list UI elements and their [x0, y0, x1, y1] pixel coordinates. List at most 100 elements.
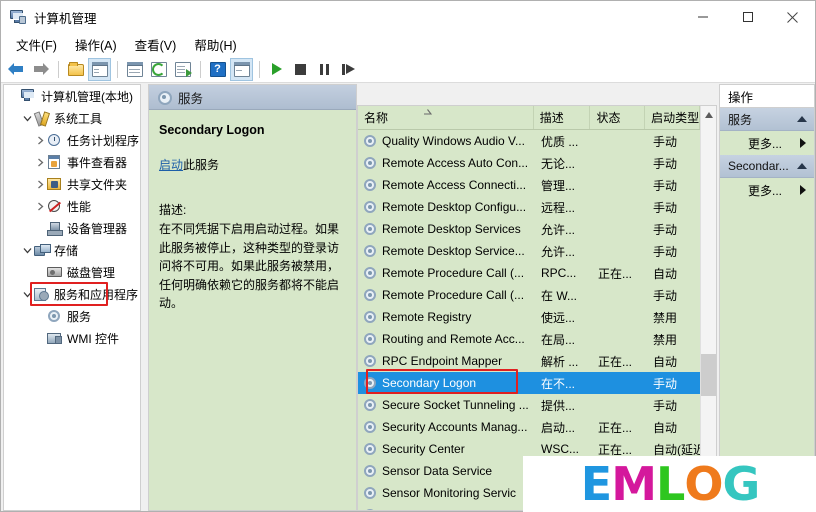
menu-bar: 文件(F) 操作(A) 查看(V) 帮助(H)	[1, 33, 815, 56]
cell-service-name: Remote Desktop Configu...	[358, 200, 535, 214]
up-folder-icon[interactable]	[64, 58, 87, 81]
column-header-0[interactable]: 名称	[358, 106, 534, 129]
table-row[interactable]: Secondary Logon 在不... 手动	[358, 372, 702, 394]
tree-item-label: 磁盘管理	[67, 265, 116, 280]
chevron-right-icon[interactable]	[34, 178, 47, 191]
start-service-icon[interactable]	[265, 58, 288, 81]
services-gear-icon	[363, 244, 378, 258]
cell-service-name: Sensor Monitoring Servic	[358, 486, 535, 500]
actions-header: 操作	[720, 85, 814, 108]
table-row[interactable]: Routing and Remote Acc... 在局... 禁用	[358, 328, 716, 350]
service-name-text: Remote Registry	[382, 310, 472, 324]
services-gear-icon	[363, 508, 378, 510]
table-row[interactable]: Remote Desktop Service... 允许... 手动	[358, 240, 716, 262]
toolbar-separator	[200, 60, 201, 78]
start-service-link[interactable]: 启动	[159, 158, 183, 172]
minimize-button[interactable]	[680, 1, 725, 33]
chevron-down-icon[interactable]	[21, 244, 34, 257]
stop-service-icon[interactable]	[289, 58, 312, 81]
tree-item-10[interactable]: 服务	[4, 305, 140, 327]
chevron-right-icon[interactable]	[34, 200, 47, 213]
cell-service-name: Remote Registry	[358, 310, 535, 324]
column-header-label: 状态	[596, 111, 621, 125]
cell-service-name: Sensor Service	[358, 508, 535, 510]
actions-group-header-services[interactable]: 服务	[720, 108, 814, 131]
table-row[interactable]: RPC Endpoint Mapper 解析 ... 正在... 自动	[358, 350, 716, 372]
service-name-text: Secondary Logon	[382, 376, 477, 390]
table-row[interactable]: Remote Registry 使远... 禁用	[358, 306, 716, 328]
help-icon[interactable]: ?	[206, 58, 229, 81]
pause-service-icon[interactable]	[313, 58, 336, 81]
tree-item-4[interactable]: 共享文件夹	[4, 173, 140, 195]
tree-item-3[interactable]: 事件查看器	[4, 151, 140, 173]
services-gear-icon	[363, 222, 378, 236]
tree-item-9[interactable]: 服务和应用程序	[4, 283, 140, 305]
column-header-1[interactable]: 描述	[534, 106, 591, 129]
table-row[interactable]: Quality Windows Audio V... 优质 ... 手动	[358, 130, 716, 152]
table-row[interactable]: Secure Socket Tunneling ... 提供... 手动	[358, 394, 716, 416]
cell-description: 在 W...	[541, 288, 578, 303]
cell-description: 管理...	[541, 178, 576, 193]
chevron-right-icon[interactable]	[34, 156, 47, 169]
emlog-watermark: EMLOG	[523, 456, 816, 512]
collapse-up-icon[interactable]	[797, 163, 807, 169]
tree-item-6[interactable]: 设备管理器	[4, 217, 140, 239]
tree-item-11[interactable]: WMI 控件	[4, 327, 140, 349]
export-list-icon[interactable]	[171, 58, 194, 81]
collapse-up-icon[interactable]	[797, 116, 807, 122]
column-header-2[interactable]: 状态	[590, 106, 646, 129]
event-viewer-icon	[47, 154, 63, 170]
forward-arrow-icon[interactable]	[29, 58, 52, 81]
cell-service-name: Secondary Logon	[358, 376, 535, 390]
menu-view[interactable]: 查看(V)	[126, 33, 186, 56]
scroll-up-button[interactable]	[701, 106, 716, 123]
tree-item-2[interactable]: 任务计划程序	[4, 129, 140, 151]
back-arrow-icon[interactable]	[5, 58, 28, 81]
table-row[interactable]: Remote Procedure Call (... 在 W... 手动	[358, 284, 716, 306]
chevron-down-icon[interactable]	[21, 288, 34, 301]
cell-startup-type: 自动	[653, 354, 678, 369]
scrollbar-thumb[interactable]	[701, 354, 716, 396]
chevron-right-icon[interactable]	[34, 134, 47, 147]
show-action-pane-icon[interactable]	[230, 57, 253, 81]
tree-item-8[interactable]: 磁盘管理	[4, 261, 140, 283]
menu-file[interactable]: 文件(F)	[7, 33, 66, 56]
list-header-row: 名称 描述 状态 启动类型	[358, 106, 716, 130]
services-gear-icon	[363, 266, 378, 280]
cell-startup-type: 手动	[653, 178, 678, 193]
service-name-text: Remote Desktop Configu...	[382, 200, 527, 214]
cell-service-name: Secure Socket Tunneling ...	[358, 398, 535, 412]
chevron-down-icon[interactable]	[21, 112, 34, 125]
refresh-icon[interactable]	[147, 58, 170, 81]
restart-service-icon[interactable]	[337, 58, 360, 81]
tree-item-1[interactable]: 系统工具	[4, 107, 140, 129]
tree-item-5[interactable]: 性能	[4, 195, 140, 217]
table-row[interactable]: Remote Procedure Call (... RPC... 正在... 自动	[358, 262, 716, 284]
actions-group-header-secondary-logon[interactable]: Secondar...	[720, 155, 814, 178]
list-vertical-scrollbar[interactable]	[700, 106, 716, 510]
properties-icon[interactable]	[123, 58, 146, 81]
show-hide-console-tree-icon[interactable]	[88, 57, 111, 81]
table-row[interactable]: Remote Access Connecti... 管理... 手动	[358, 174, 716, 196]
service-name-text: Remote Access Auto Con...	[382, 156, 529, 170]
close-button[interactable]	[770, 1, 815, 33]
maximize-button[interactable]	[725, 1, 770, 33]
start-service-suffix: 此服务	[183, 158, 220, 172]
console-tree[interactable]: 计算机管理(本地) 系统工具 任务计划程序 事件查看器 共享文件夹 性能 设备管理器 存储磁盘…	[3, 84, 141, 511]
list-body[interactable]: Quality Windows Audio V... 优质 ... 手动 Remote…	[358, 130, 716, 510]
table-row[interactable]: Remote Desktop Configu... 远程... 手动	[358, 196, 716, 218]
table-row[interactable]: Remote Access Auto Con... 无论... 手动	[358, 152, 716, 174]
table-row[interactable]: Remote Desktop Services 允许... 手动	[358, 218, 716, 240]
column-header-3[interactable]: 启动类型	[645, 106, 701, 129]
services-list[interactable]: 名称 描述 状态 启动类型 Quality Windows Audio V... 优质 …	[357, 105, 717, 511]
tree-item-0[interactable]: 计算机管理(本地)	[4, 85, 140, 107]
actions-more-services[interactable]: 更多...	[720, 131, 814, 155]
actions-more-label: 更多...	[748, 183, 783, 198]
menu-action[interactable]: 操作(A)	[66, 33, 126, 56]
menu-help[interactable]: 帮助(H)	[185, 33, 245, 56]
tree-item-7[interactable]: 存储	[4, 239, 140, 261]
services-gear-icon	[363, 178, 378, 192]
table-row[interactable]: Security Accounts Manag... 启动... 正在... 自动	[358, 416, 716, 438]
actions-more-secondary-logon[interactable]: 更多...	[720, 178, 814, 202]
